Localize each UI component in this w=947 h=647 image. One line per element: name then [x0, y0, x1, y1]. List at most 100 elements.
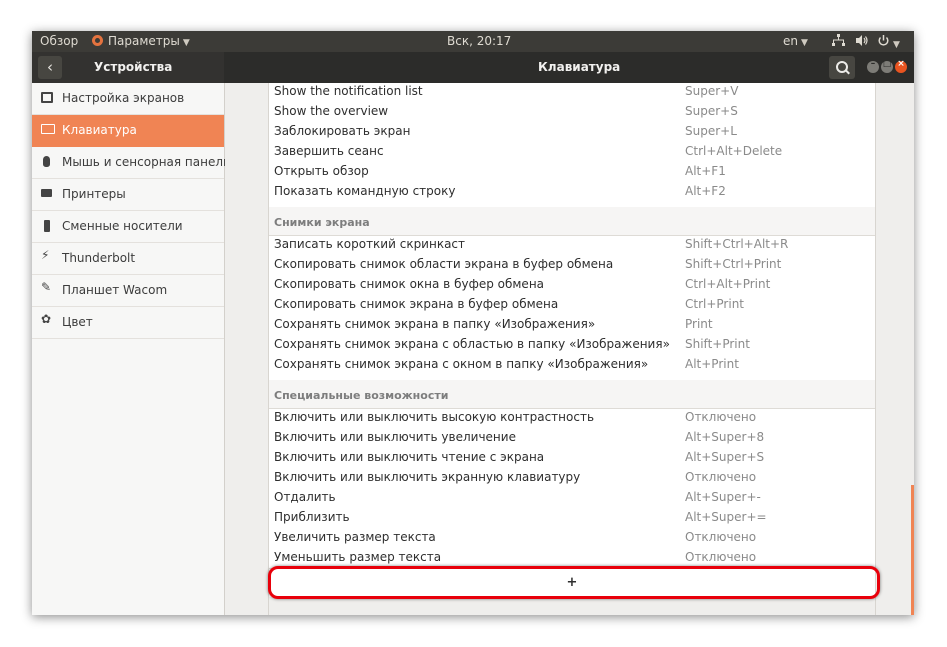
- activities-button[interactable]: Обзор: [40, 34, 78, 48]
- sidebar-item-label: Принтеры: [62, 187, 126, 201]
- shortcut-row[interactable]: Show the notification list Super+V: [269, 82, 875, 102]
- shortcut-key: Отключено: [685, 410, 757, 424]
- shortcut-name: Включить или выключить высокую контрастн…: [274, 410, 595, 424]
- shortcut-key: Alt+F2: [685, 184, 726, 198]
- language-indicator[interactable]: en ▼: [783, 34, 808, 48]
- shortcut-name: Скопировать снимок области экрана в буфе…: [274, 257, 614, 271]
- shortcut-name: Завершить сеанс: [274, 144, 384, 158]
- shortcut-key: Alt+Super+8: [685, 430, 765, 444]
- background-window-edge: [911, 485, 914, 615]
- app-menu-button[interactable]: Параметры ▼: [92, 34, 190, 48]
- printer-icon: [41, 189, 52, 197]
- shortcut-row[interactable]: Открыть обзор Alt+F1: [269, 162, 875, 182]
- shortcut-key: Alt+Super+=: [685, 510, 767, 524]
- shortcut-name: Показать командную строку: [274, 184, 456, 198]
- sidebar-item-displays[interactable]: Настройка экранов: [32, 83, 224, 115]
- sidebar-item-mouse[interactable]: Мышь и сенсорная панель: [32, 147, 230, 179]
- shortcut-name: Включить или выключить чтение с экрана: [274, 450, 545, 464]
- shortcut-row[interactable]: Включить или выключить экранную клавиату…: [269, 468, 875, 488]
- shortcut-name: Отдалить: [274, 490, 336, 504]
- settings-window: Обзор Параметры ▼ Вск, 20:17 en ▼ ▼ ‹ Устр…: [32, 31, 914, 615]
- shortcut-name: Уменьшить размер текста: [274, 550, 442, 564]
- chevron-left-icon: ‹: [47, 58, 53, 76]
- shortcut-key: Shift+Ctrl+Print: [685, 257, 782, 271]
- shortcut-name: Show the notification list: [274, 84, 423, 98]
- shortcut-row[interactable]: Скопировать снимок области экрана в буфе…: [269, 255, 875, 275]
- network-icon[interactable]: [832, 34, 845, 50]
- list-bottom-spacer: [269, 597, 875, 615]
- sidebar-item-label: Сменные носители: [62, 219, 183, 233]
- sidebar-item-printers[interactable]: Принтеры: [32, 179, 224, 211]
- shortcut-row[interactable]: Сохранять снимок экрана в папку «Изображ…: [269, 315, 875, 335]
- shortcut-key: Shift+Print: [685, 337, 750, 351]
- shortcut-key: Отключено: [685, 530, 757, 544]
- sidebar-item-label: Thunderbolt: [62, 251, 136, 265]
- chevron-down-icon: ▼: [182, 38, 190, 48]
- clock[interactable]: Вск, 20:17: [447, 34, 511, 48]
- sidebar-item-color[interactable]: ✿ Цвет: [32, 307, 224, 339]
- shortcut-row[interactable]: Скопировать снимок окна в буфер обмена Ct…: [269, 275, 875, 295]
- header-bar: ‹ Устройства Клавиатура – □ ×: [32, 52, 914, 83]
- page-title: Клавиатура: [538, 60, 621, 74]
- close-button[interactable]: ×: [895, 59, 907, 73]
- shortcut-key: Ctrl+Alt+Delete: [685, 144, 783, 158]
- shortcut-row[interactable]: Отдалить Alt+Super+-: [269, 488, 875, 508]
- shortcut-key: Отключено: [685, 470, 757, 484]
- shortcut-name: Заблокировать экран: [274, 124, 411, 138]
- shortcut-name: Включить или выключить экранную клавиату…: [274, 470, 581, 484]
- shortcuts-panel: Show the notification list Super+V Show t…: [225, 83, 914, 615]
- shortcut-row[interactable]: Завершить сеанс Ctrl+Alt+Delete: [269, 142, 875, 162]
- shortcut-row[interactable]: Заблокировать экран Super+L: [269, 122, 875, 142]
- sidebar: Настройка экранов Клавиатура Мышь и сенс…: [32, 83, 230, 615]
- shortcut-row[interactable]: Включить или выключить высокую контрастн…: [269, 408, 875, 428]
- language-label: en: [783, 34, 798, 48]
- shortcut-row[interactable]: Записать короткий скринкаст Shift+Ctrl+Al…: [269, 235, 875, 255]
- volume-icon[interactable]: [855, 34, 869, 50]
- shortcut-name: Приблизить: [274, 510, 350, 524]
- maximize-icon: □: [882, 59, 892, 69]
- shortcut-name: Show the overview: [274, 104, 389, 118]
- shortcut-row[interactable]: Увеличить размер текста Отключено: [269, 528, 875, 548]
- shortcut-name: Включить или выключить увеличение: [274, 430, 516, 444]
- search-icon-handle: [845, 69, 850, 75]
- minimize-icon: –: [870, 59, 876, 69]
- shortcut-name: Сохранять снимок экрана с окном в папку …: [274, 357, 649, 371]
- shortcut-name: Скопировать снимок экрана в буфер обмена: [274, 297, 559, 311]
- shortcut-row[interactable]: Show the overview Super+S: [269, 102, 875, 122]
- shortcut-row[interactable]: Включить или выключить чтение с экрана Al…: [269, 448, 875, 468]
- shortcut-row[interactable]: Сохранять снимок экрана с областью в пап…: [269, 335, 875, 355]
- shortcut-key: Super+S: [685, 104, 738, 118]
- shortcut-key: Shift+Ctrl+Alt+R: [685, 237, 789, 251]
- tablet-icon: ✎: [41, 280, 52, 294]
- shortcut-row[interactable]: Приблизить Alt+Super+=: [269, 508, 875, 528]
- shortcut-row[interactable]: Включить или выключить увеличение Alt+Sup…: [269, 428, 875, 448]
- maximize-button[interactable]: □: [881, 59, 893, 73]
- shortcut-name: Сохранять снимок экрана с областью в пап…: [274, 337, 670, 351]
- sidebar-item-keyboard[interactable]: Клавиатура: [32, 115, 224, 147]
- shortcut-row[interactable]: Показать командную строку Alt+F2: [269, 182, 875, 202]
- section-header-screenshots: Снимки экрана: [269, 207, 875, 236]
- shortcut-row[interactable]: Сохранять снимок экрана с окном в папку …: [269, 355, 875, 375]
- section-title: Специальные возможности: [274, 389, 449, 402]
- power-menu[interactable]: ▼: [877, 34, 900, 50]
- shortcut-row[interactable]: Уменьшить размер текста Отключено: [269, 548, 875, 568]
- section-title: Снимки экрана: [274, 216, 370, 229]
- shortcuts-list: Show the notification list Super+V Show t…: [268, 83, 876, 615]
- shortcut-key: Alt+Print: [685, 357, 739, 371]
- sidebar-item-thunderbolt[interactable]: ⚡ Thunderbolt: [32, 243, 224, 275]
- shortcut-key: Alt+F1: [685, 164, 726, 178]
- shortcut-key: Ctrl+Print: [685, 297, 745, 311]
- search-button[interactable]: [829, 56, 855, 79]
- shortcut-row[interactable]: Скопировать снимок экрана в буфер обмена…: [269, 295, 875, 315]
- sidebar-item-removable-media[interactable]: Сменные носители: [32, 211, 224, 243]
- panel-category-title: Устройства: [94, 60, 173, 74]
- settings-gear-icon: [92, 35, 103, 46]
- sidebar-item-label: Мышь и сенсорная панель: [62, 155, 231, 169]
- sidebar-item-wacom[interactable]: ✎ Планшет Wacom: [32, 275, 224, 307]
- back-button[interactable]: ‹: [38, 56, 62, 79]
- highlight-annotation: [268, 566, 880, 599]
- section-header-accessibility: Специальные возможности: [269, 380, 875, 409]
- top-panel: Обзор Параметры ▼ Вск, 20:17 en ▼ ▼: [32, 31, 914, 52]
- minimize-button[interactable]: –: [867, 59, 879, 73]
- display-icon: [41, 92, 53, 103]
